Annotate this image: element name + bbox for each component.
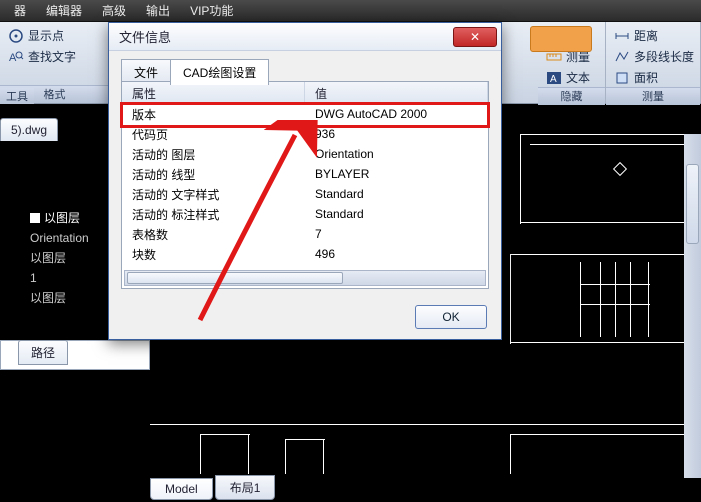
layer-header[interactable]: 以图层	[30, 208, 110, 228]
layer-panel: 以图层 Orientation 以图层 1 以图层	[30, 208, 110, 308]
ribbon-group-measure: 距离 多段线长度 面积 测量	[606, 22, 701, 103]
target-icon	[8, 28, 24, 44]
table-row[interactable]: 活动的 线型BYLAYER	[122, 164, 488, 184]
cell: 活动的 文字样式	[122, 186, 305, 203]
cell: BYLAYER	[305, 167, 488, 181]
tab-cad-settings[interactable]: CAD绘图设置	[170, 59, 269, 85]
menu-item[interactable]: 输出	[136, 0, 180, 22]
label: 多段线长度	[634, 48, 694, 65]
text-icon: A	[546, 70, 562, 86]
polyline-length-button[interactable]: 多段线长度	[612, 47, 694, 66]
search-text-icon: A	[8, 49, 24, 65]
col-value[interactable]: 值	[305, 82, 488, 103]
cell: DWG AutoCAD 2000	[305, 107, 488, 121]
table-row[interactable]: 活动的 文字样式Standard	[122, 184, 488, 204]
scrollbar-thumb[interactable]	[127, 272, 343, 284]
layer-row[interactable]: 1	[30, 268, 110, 288]
area-icon	[614, 70, 630, 86]
tab-layout1[interactable]: 布局1	[215, 475, 276, 500]
menu-item[interactable]: 器	[4, 0, 36, 22]
tab-model[interactable]: Model	[150, 478, 213, 500]
menu-item[interactable]: VIP功能	[180, 0, 243, 22]
cell: Standard	[305, 207, 488, 221]
table-row[interactable]: 块数496	[122, 244, 488, 264]
cell: 块数	[122, 246, 305, 263]
distance-icon	[614, 28, 630, 44]
vertical-scrollbar[interactable]	[684, 134, 701, 478]
menu-item[interactable]: 高级	[92, 0, 136, 22]
cell: 活动的 线型	[122, 166, 305, 183]
square-icon	[30, 213, 40, 223]
tools-label: 工具	[0, 88, 34, 104]
layer-row[interactable]: 以图层	[30, 288, 110, 308]
cell: 936	[305, 127, 488, 141]
scrollbar-thumb[interactable]	[686, 164, 699, 244]
dialog-title: 文件信息	[119, 27, 171, 46]
layer-row[interactable]: 以图层	[30, 248, 110, 268]
label: 显示点	[28, 27, 64, 44]
document-tabs: 5).dwg	[0, 118, 85, 141]
ribbon-highlight	[530, 26, 592, 52]
path-tab[interactable]: 路径	[18, 340, 68, 365]
cell: 表格数	[122, 226, 305, 243]
cell: 活动的 图层	[122, 146, 305, 163]
grid-body: 版本DWG AutoCAD 2000 代码页936 活动的 图层Orientat…	[122, 104, 488, 264]
menu-bar: 器 编辑器 高级 输出 VIP功能	[0, 0, 701, 22]
dialog-titlebar[interactable]: 文件信息 ✕	[109, 23, 501, 51]
text-button[interactable]: A 文本	[544, 68, 599, 87]
distance-button[interactable]: 距离	[612, 26, 694, 45]
table-row[interactable]: 代码页936	[122, 124, 488, 144]
ribbon-group-label: 隐藏	[538, 87, 605, 105]
close-icon: ✕	[470, 30, 480, 44]
property-grid: 属性 值 版本DWG AutoCAD 2000 代码页936 活动的 图层Ori…	[121, 81, 489, 289]
close-button[interactable]: ✕	[453, 27, 497, 47]
label: 距离	[634, 27, 658, 44]
label: 面积	[634, 69, 658, 86]
cell: 代码页	[122, 126, 305, 143]
layout-tabs: Model 布局1	[150, 478, 277, 500]
cell: 7	[305, 227, 488, 241]
area-button[interactable]: 面积	[612, 68, 694, 87]
table-row[interactable]: 活动的 标注样式Standard	[122, 204, 488, 224]
label: 查找文字	[28, 48, 76, 65]
cell: Standard	[305, 187, 488, 201]
polyline-icon	[614, 49, 630, 65]
layer-row[interactable]: Orientation	[30, 228, 110, 248]
ribbon-group-label: 测量	[606, 87, 700, 105]
label: 文本	[566, 69, 590, 86]
file-info-dialog: 文件信息 ✕ 文件 CAD绘图设置 属性 值 版本DWG AutoCAD 200…	[108, 22, 502, 340]
show-points-button[interactable]: 显示点	[6, 26, 103, 45]
grid-header: 属性 值	[122, 82, 488, 104]
col-attribute[interactable]: 属性	[122, 82, 305, 103]
file-tab[interactable]: 5).dwg	[0, 118, 58, 141]
ok-button[interactable]: OK	[415, 305, 487, 329]
cell: 496	[305, 247, 488, 261]
horizontal-scrollbar[interactable]	[124, 270, 486, 286]
table-row[interactable]: 活动的 图层Orientation	[122, 144, 488, 164]
cell: 活动的 标注样式	[122, 206, 305, 223]
table-row[interactable]: 版本DWG AutoCAD 2000	[122, 104, 488, 124]
cell: 版本	[122, 106, 305, 123]
svg-text:A: A	[550, 74, 557, 85]
cell: Orientation	[305, 147, 488, 161]
table-row[interactable]: 表格数7	[122, 224, 488, 244]
find-text-button[interactable]: A 查找文字	[6, 47, 103, 66]
menu-item[interactable]: 编辑器	[36, 0, 92, 22]
